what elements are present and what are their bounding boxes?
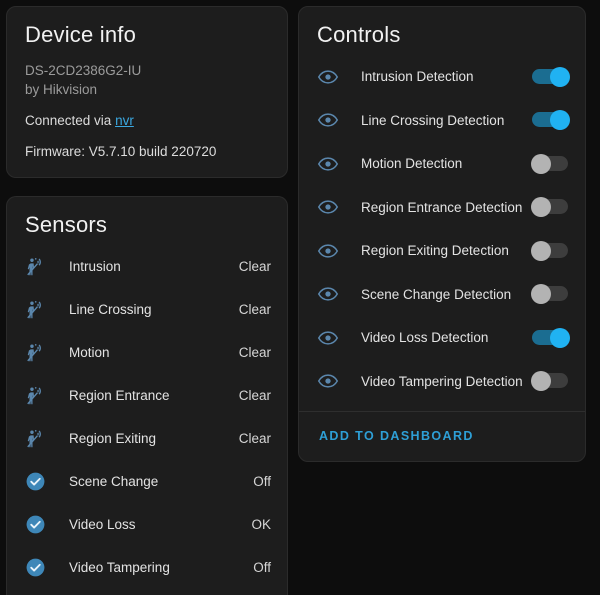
eye-icon [317,370,347,392]
eye-icon [317,66,347,88]
control-toggle[interactable] [531,66,571,87]
sensor-value: Off [253,474,271,490]
controls-list: Intrusion Detection Line Crossing Detecti… [299,55,585,411]
sensor-row: Region Entrance Clear [25,374,271,417]
sensors-list: Intrusion Clear Line Crossing Clear Motion Cl… [7,245,287,595]
sensor-label: Video Tampering [69,560,170,576]
connected-via-row: Connected via nvr [25,111,271,130]
control-label: Region Entrance Detection [361,199,523,215]
check-circle-icon [25,471,55,492]
motion-person-icon [25,342,55,364]
motion-person-icon [25,256,55,278]
control-label: Motion Detection [361,156,463,172]
control-toggle[interactable] [531,371,571,392]
sensor-label: Region Exiting [69,431,157,447]
control-row: Motion Detection [317,142,571,186]
toggle-knob [531,240,551,261]
device-vendor: by Hikvision [25,82,98,98]
motion-person-icon [25,385,55,407]
sensor-value: OK [251,517,271,533]
sensor-value: Off [253,560,271,576]
firmware-version: Firmware: V5.7.10 build 220720 [25,144,217,160]
control-row: Line Crossing Detection [317,99,571,143]
sensor-row: Scene Change Off [25,460,271,503]
add-to-dashboard-button[interactable]: ADD TO DASHBOARD [319,429,474,443]
toggle-knob [550,327,570,348]
control-row: Video Loss Detection [317,316,571,360]
device-info-card: Device info DS-2CD2386G2-IU by Hikvision… [6,6,288,179]
right-column: Controls Intrusion Detection Line Crossin… [298,6,586,463]
check-circle-icon [25,557,55,578]
control-label: Region Exiting Detection [361,243,509,259]
toggle-knob [531,284,551,305]
sensor-label: Region Entrance [69,388,170,404]
control-row: Intrusion Detection [317,55,571,99]
eye-icon [317,109,347,131]
sensor-row: Region Exiting Clear [25,417,271,460]
control-toggle[interactable] [531,110,571,131]
toggle-knob [531,153,551,174]
toggle-knob [550,66,570,87]
control-toggle[interactable] [531,240,571,261]
control-label: Video Tampering Detection [361,373,523,389]
device-model: DS-2CD2386G2-IU [25,63,142,79]
control-label: Line Crossing Detection [361,112,505,128]
sensor-value: Clear [238,259,271,275]
eye-icon [317,196,347,218]
sensor-value: Clear [238,345,271,361]
sensor-row: Motion Clear [25,331,271,374]
control-label: Intrusion Detection [361,69,474,85]
sensor-value: Clear [238,431,271,447]
toggle-knob [550,110,570,131]
sensor-row: Video Loss OK [25,503,271,546]
control-row: Region Entrance Detection [317,186,571,230]
sensors-card: Sensors Intrusion Clear Line Crossing Clear… [6,196,288,595]
sensor-row: Video Tampering Off [25,546,271,589]
connected-via-label: Connected via [25,113,116,129]
sensor-label: Motion [69,345,110,361]
sensor-label: Line Crossing [69,302,152,318]
toggle-knob [531,371,551,392]
sensor-row: Line Crossing Clear [25,288,271,331]
control-label: Scene Change Detection [361,286,512,302]
eye-icon [317,283,347,305]
sensor-label: Intrusion [69,259,121,275]
controls-title: Controls [317,22,401,47]
control-row: Video Tampering Detection [317,360,571,404]
control-toggle[interactable] [531,327,571,348]
sensor-row: Intrusion Clear [25,245,271,288]
sensor-value: Clear [238,302,271,318]
sensor-value: Clear [238,388,271,404]
motion-person-icon [25,299,55,321]
device-detail-page: Device info DS-2CD2386G2-IU by Hikvision… [0,0,600,595]
control-row: Region Exiting Detection [317,229,571,273]
check-circle-icon [25,514,55,535]
control-toggle[interactable] [531,197,571,218]
eye-icon [317,240,347,262]
control-toggle[interactable] [531,153,571,174]
nvr-link[interactable]: nvr [115,113,134,128]
control-label: Video Loss Detection [361,330,489,346]
device-info-title: Device info [25,22,137,47]
eye-icon [317,153,347,175]
control-toggle[interactable] [531,284,571,305]
controls-card: Controls Intrusion Detection Line Crossin… [298,6,586,463]
sensor-label: Scene Change [69,474,159,490]
sensors-title: Sensors [25,212,108,238]
left-column: Device info DS-2CD2386G2-IU by Hikvision… [6,6,288,595]
toggle-knob [531,197,551,218]
motion-person-icon [25,428,55,450]
control-row: Scene Change Detection [317,273,571,317]
eye-icon [317,327,347,349]
sensor-label: Video Loss [69,517,136,533]
